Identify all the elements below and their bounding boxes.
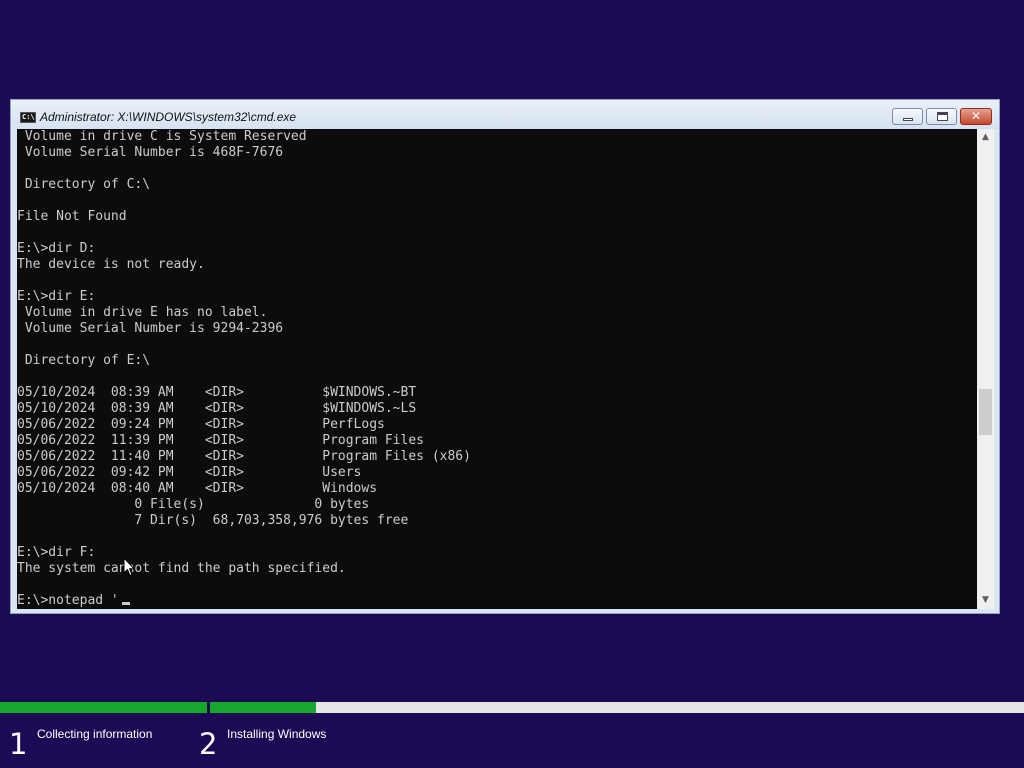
scroll-up-arrow-icon[interactable]: ▲ [977,129,994,146]
console-line: 05/06/2022 11:40 PM <DIR> Program Files … [17,449,471,464]
progress-fill-collecting [0,702,207,713]
scroll-down-arrow-icon[interactable]: ▼ [977,592,994,609]
console-line: The system cannot find the path specifie… [17,561,346,576]
console-line: Directory of E:\ [17,353,151,368]
close-button[interactable]: ✕ [960,108,992,125]
console-line: 05/10/2024 08:40 AM <DIR> Windows [17,481,378,496]
console-line: E:\>notepad ' [17,593,119,608]
console-line: File Not Found [17,209,127,224]
console-line: E:\>dir F: [17,545,96,560]
console-line: 05/06/2022 09:42 PM <DIR> Users [17,465,362,480]
minimize-icon [903,118,913,121]
setup-progress-bar [0,702,1024,713]
minimize-button[interactable] [892,108,923,125]
step-number-1: 1 [9,727,28,761]
step-label-collecting-information: Collecting information [37,727,153,741]
step-label-installing-windows: Installing Windows [227,727,327,741]
progress-segment-collecting [0,702,207,713]
progress-fill-installing [210,702,316,713]
vertical-scrollbar[interactable]: ▲ ▼ [977,129,994,609]
maximize-button[interactable] [926,108,957,125]
console-line: 05/10/2024 08:39 AM <DIR> $WINDOWS.~LS [17,401,417,416]
cmd-window[interactable]: C:\ Administrator: X:\WINDOWS\system32\c… [10,99,1000,614]
console-line: 05/06/2022 11:39 PM <DIR> Program Files [17,433,424,448]
console-line: E:\>dir D: [17,241,96,256]
console-line: 0 File(s) 0 bytes [17,497,370,512]
console-line: Volume Serial Number is 9294-2396 [17,321,284,336]
console-line: Volume Serial Number is 468F-7676 [17,145,284,160]
step-number-2: 2 [199,727,218,761]
console-line: Directory of C:\ [17,177,151,192]
close-icon: ✕ [970,109,982,123]
console-line: Volume in drive E has no label. [17,305,268,320]
text-cursor [122,602,130,605]
console-line: 05/06/2022 09:24 PM <DIR> PerfLogs [17,417,385,432]
console-line: 05/10/2024 08:39 AM <DIR> $WINDOWS.~BT [17,385,417,400]
console-line: Volume in drive C is System Reserved [17,129,307,144]
scroll-thumb[interactable] [979,389,992,435]
progress-segment-installing [210,702,1024,713]
mouse-pointer-icon [123,557,135,577]
console-output[interactable]: Volume in drive C is System Reserved Vol… [17,129,977,609]
console-lines: Volume in drive C is System Reserved Vol… [17,129,471,609]
cmd-app-icon[interactable]: C:\ [20,112,36,123]
maximize-icon [937,112,948,121]
console-line: The device is not ready. [17,257,205,272]
console-line: 7 Dir(s) 68,703,358,976 bytes free [17,513,409,528]
window-title: Administrator: X:\WINDOWS\system32\cmd.e… [40,110,297,124]
title-bar[interactable]: C:\ Administrator: X:\WINDOWS\system32\c… [11,100,999,129]
console-line: E:\>dir E: [17,289,96,304]
